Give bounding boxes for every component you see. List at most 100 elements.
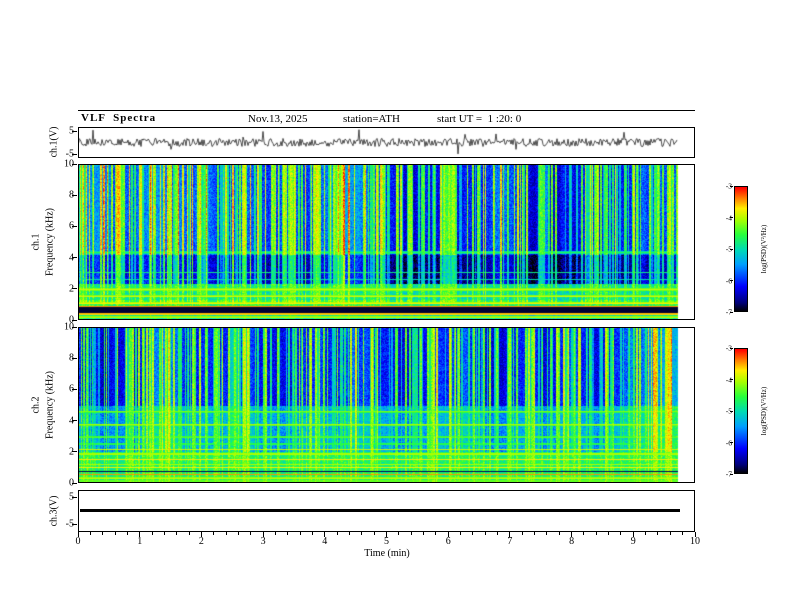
time-minor-tick (521, 532, 523, 535)
time-minor-tick (299, 532, 301, 535)
time-minor-tick (348, 532, 350, 535)
colorbar-tick-mark (730, 311, 733, 313)
time-minor-tick (274, 532, 276, 535)
page-title: VLF Spectra (81, 112, 157, 124)
time-minor-tick (89, 532, 91, 535)
freq-tick-mark (72, 319, 77, 321)
time-tick-label: 10 (690, 536, 700, 547)
time-tick-label: 1 (137, 536, 143, 547)
time-minor-tick (151, 532, 153, 535)
time-minor-tick (620, 532, 622, 535)
colorbar-tick-mark (730, 347, 733, 349)
time-tick-mark (324, 532, 326, 537)
time-minor-tick (237, 532, 239, 535)
time-tick-mark (77, 532, 79, 537)
time-tick-label: 9 (630, 536, 636, 547)
time-tick-label: 2 (198, 536, 204, 547)
time-minor-tick (398, 532, 400, 535)
time-minor-tick (225, 532, 227, 535)
time-minor-tick (546, 532, 548, 535)
time-tick-mark (632, 532, 634, 537)
time-minor-tick (163, 532, 165, 535)
ch2-spectrogram-panel (78, 327, 695, 483)
time-tick-label: 3 (260, 536, 266, 547)
ch1-spectrogram-panel (78, 164, 695, 320)
time-minor-tick (669, 532, 671, 535)
time-tick-mark (200, 532, 202, 537)
time-minor-tick (287, 532, 289, 535)
time-tick-label: 0 (75, 536, 81, 547)
time-minor-tick (460, 532, 462, 535)
time-minor-tick (176, 532, 178, 535)
time-minor-tick (410, 532, 412, 535)
ch3-wave-ylabel: ch.3(V) (48, 495, 60, 527)
colorbar-ch2-label: log(PSD)(V²/Hz) (760, 386, 768, 436)
time-minor-tick (472, 532, 474, 535)
time-minor-tick (534, 532, 536, 535)
ch1-volt-tick-mark (72, 130, 77, 132)
time-tick-mark (509, 532, 511, 537)
time-minor-tick (435, 532, 437, 535)
colorbar-tick-mark (730, 473, 733, 475)
colorbar-tick-mark (730, 217, 733, 218)
time-minor-tick (373, 532, 375, 535)
time-minor-tick (657, 532, 659, 535)
time-tick-mark (139, 532, 141, 537)
ch1-spec-ylabel-channel: ch.1 (30, 233, 42, 251)
time-tick-label: 7 (507, 536, 513, 547)
time-minor-tick (102, 532, 104, 535)
time-minor-tick (423, 532, 425, 535)
time-tick-label: 5 (384, 536, 389, 547)
ch1-volt-tick-mark (72, 153, 77, 155)
freq-tick-mark (72, 194, 77, 196)
time-minor-tick (336, 532, 338, 535)
time-tick-label: 4 (322, 536, 328, 547)
colorbar-ch1 (734, 186, 748, 312)
time-minor-tick (484, 532, 486, 535)
time-minor-tick (595, 532, 597, 535)
ch2-spectrogram (79, 328, 694, 482)
header-station: station=ATH (343, 113, 400, 125)
time-tick-mark (571, 532, 573, 537)
ch3-volt-tick-mark (72, 523, 77, 525)
ch2-spec-ylabel-channel: ch.2 (30, 396, 42, 414)
time-minor-tick (188, 532, 190, 535)
time-minor-tick (213, 532, 215, 535)
colorbar-ch1-label: log(PSD)(V²/Hz) (760, 224, 768, 274)
ch2-spec-ylabel-axis: Frequency (kHz) (44, 370, 56, 440)
colorbar-ch1-gradient (735, 187, 747, 311)
ch3-volt-tick-mark (72, 496, 77, 498)
time-minor-tick (126, 532, 128, 535)
time-minor-tick (558, 532, 560, 535)
time-axis-label: Time (min) (364, 548, 410, 559)
colorbar-tick-mark (730, 442, 733, 443)
time-minor-tick (583, 532, 585, 535)
ch1-waveform-panel (78, 127, 695, 158)
freq-tick-mark (72, 288, 77, 290)
ch1-spectrogram (79, 165, 694, 319)
freq-tick-mark (72, 257, 77, 259)
colorbar-tick-mark (730, 248, 733, 250)
colorbar-ch2-gradient (735, 349, 747, 473)
freq-tick-mark (72, 225, 77, 227)
header-date: Nov.13, 2025 (248, 113, 308, 125)
time-tick-label: 8 (569, 536, 575, 547)
ch3-waveform-panel (78, 490, 695, 532)
time-minor-tick (608, 532, 610, 535)
ch1-wave-ylabel: ch.1(V) (48, 126, 60, 158)
colorbar-tick-mark (730, 280, 733, 281)
time-minor-tick (250, 532, 252, 535)
ch1-waveform-trace (79, 128, 694, 157)
time-tick-mark (447, 532, 449, 537)
freq-tick-mark (72, 388, 77, 390)
freq-tick-mark (72, 420, 77, 422)
time-tick-mark (694, 532, 696, 537)
time-minor-tick (311, 532, 313, 535)
time-minor-tick (114, 532, 116, 535)
header-rule (78, 110, 695, 111)
time-tick-label: 6 (445, 536, 451, 547)
freq-tick-mark (72, 326, 77, 328)
ch1-spec-ylabel-axis: Frequency (kHz) (44, 207, 56, 277)
time-minor-tick (361, 532, 363, 535)
freq-tick-mark (72, 357, 77, 359)
